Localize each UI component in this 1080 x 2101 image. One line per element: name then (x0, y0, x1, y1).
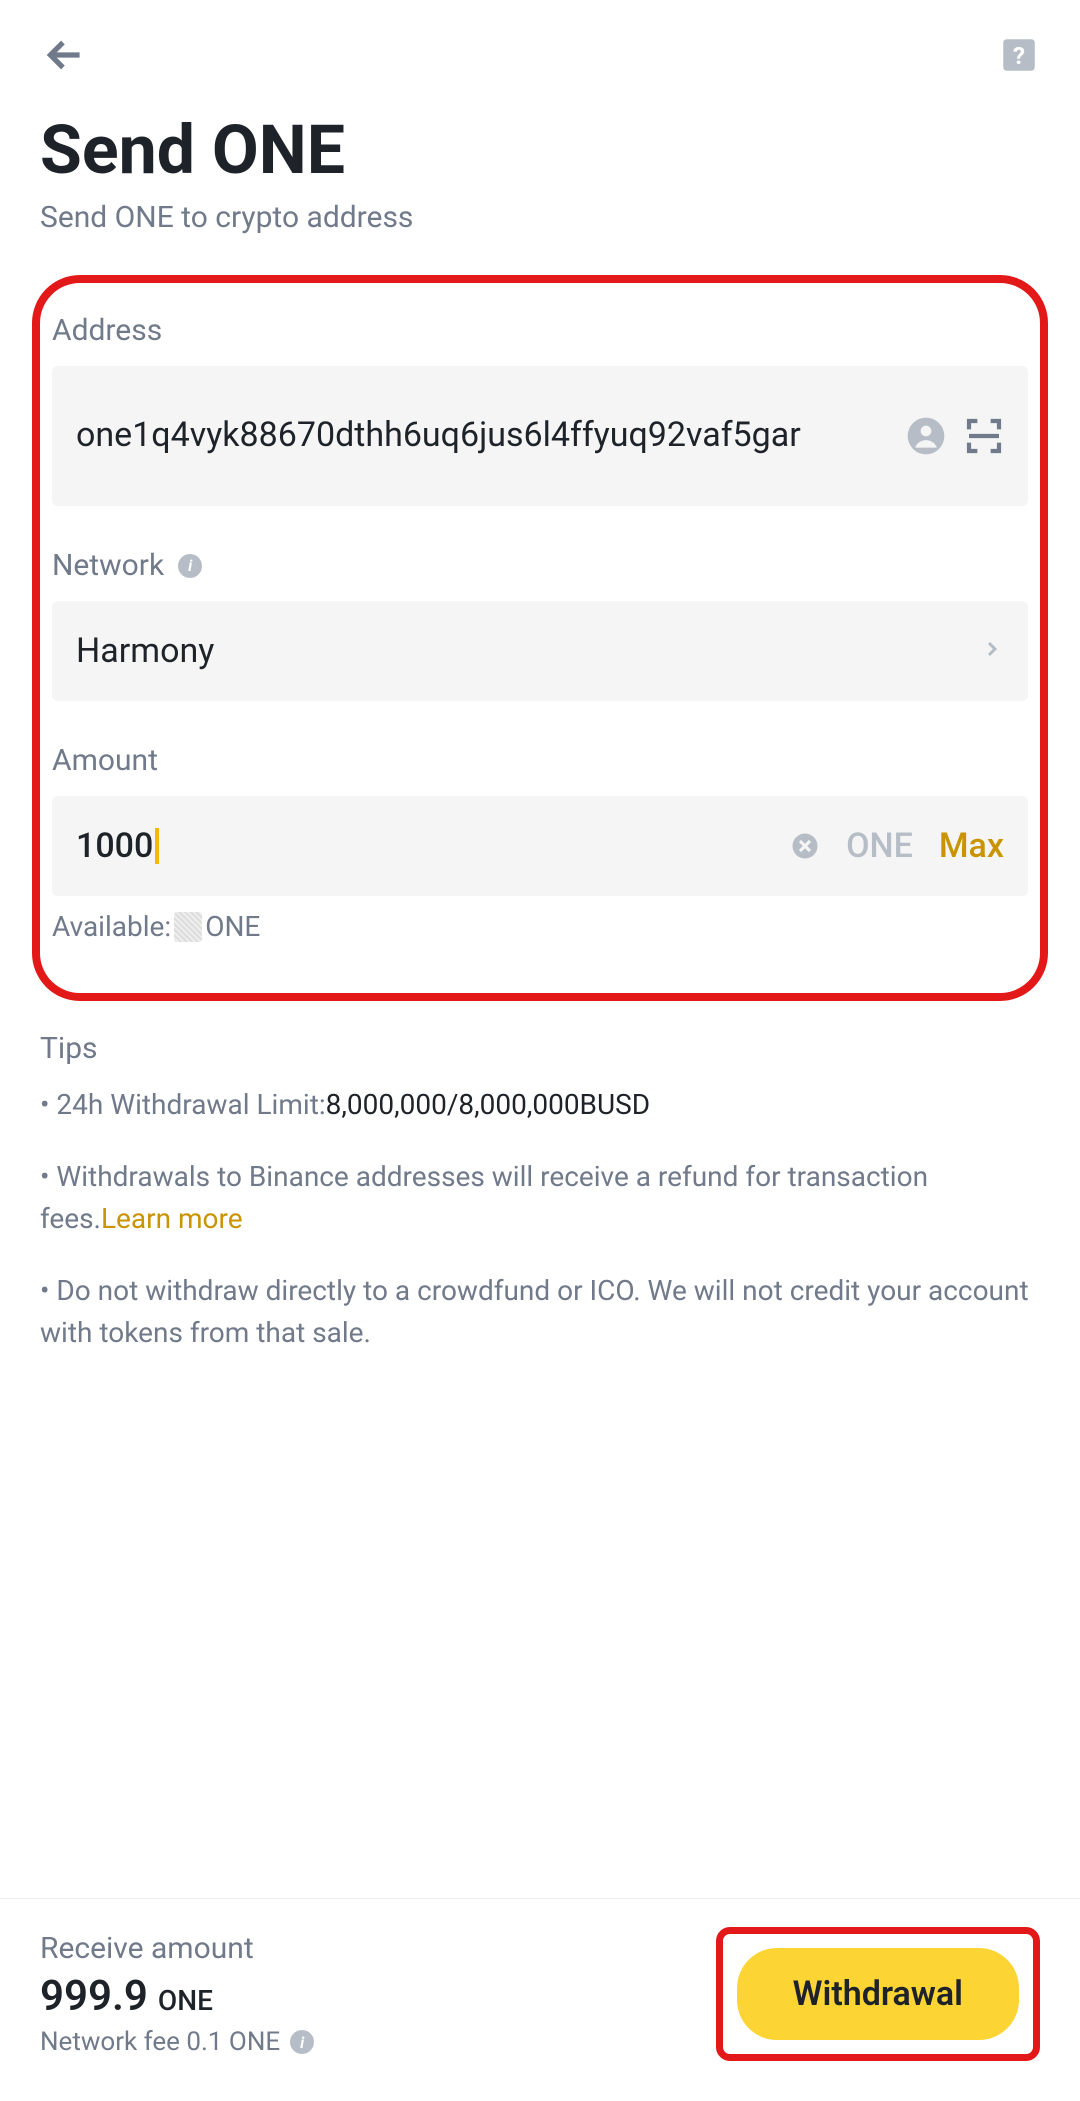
amount-label: Amount (52, 743, 1028, 778)
receive-label: Receive amount (40, 1931, 314, 1966)
text-cursor (155, 828, 159, 864)
amount-unit: ONE (846, 826, 913, 866)
page-title: Send ONE (40, 110, 1040, 190)
withdraw-highlight-box: Withdrawal (716, 1927, 1040, 2061)
scan-qr-icon[interactable] (964, 416, 1004, 456)
form-highlight-box: Address one1q4vyk88670dthh6uq6jus6l4ffyu… (32, 275, 1048, 1001)
learn-more-link[interactable]: Learn more (101, 1202, 243, 1235)
amount-value: 1000 (76, 826, 153, 866)
network-fee: Network fee 0.1 ONE i (40, 2027, 314, 2057)
network-select[interactable]: Harmony (52, 601, 1028, 701)
available-balance: Available:ONE (52, 910, 1028, 943)
page-subtitle: Send ONE to crypto address (40, 200, 1040, 235)
footer-bar: Receive amount 999.9 ONE Network fee 0.1… (0, 1898, 1080, 2101)
address-label: Address (52, 313, 1028, 348)
info-icon[interactable]: i (290, 2030, 314, 2054)
help-icon[interactable]: ? (998, 34, 1040, 76)
info-icon[interactable]: i (178, 554, 202, 578)
chevron-right-icon (980, 637, 1004, 665)
receive-amount: 999.9 (40, 1972, 148, 2021)
receive-unit: ONE (158, 1984, 213, 2017)
svg-text:?: ? (1013, 41, 1025, 70)
tips-title: Tips (40, 1031, 1040, 1066)
max-button[interactable]: Max (939, 826, 1004, 866)
tip-refund: • Withdrawals to Binance addresses will … (40, 1156, 1040, 1240)
address-input[interactable]: one1q4vyk88670dthh6uq6jus6l4ffyuq92vaf5g… (52, 366, 1028, 506)
contact-icon[interactable] (906, 416, 946, 456)
clear-icon[interactable] (790, 831, 820, 861)
tip-ico-warning: • Do not withdraw directly to a crowdfun… (40, 1270, 1040, 1354)
amount-input[interactable]: 1000 ONE Max (52, 796, 1028, 896)
tip-withdrawal-limit: • 24h Withdrawal Limit:8,000,000/8,000,0… (40, 1084, 1040, 1126)
network-label: Network i (52, 548, 1028, 583)
redacted-balance (174, 912, 202, 942)
withdrawal-button[interactable]: Withdrawal (737, 1948, 1019, 2040)
network-value: Harmony (76, 631, 214, 671)
back-arrow-icon[interactable] (40, 30, 90, 80)
address-value: one1q4vyk88670dthh6uq6jus6l4ffyuq92vaf5g… (76, 412, 888, 460)
